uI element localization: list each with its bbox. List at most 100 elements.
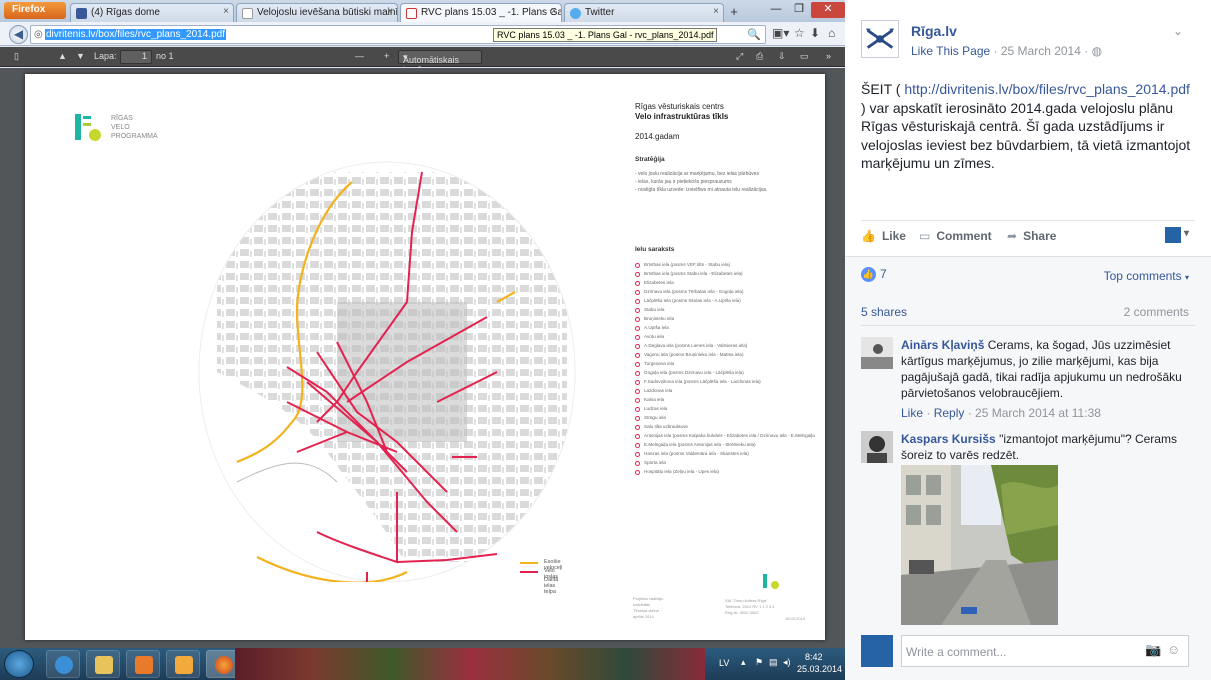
presentation-mode-icon[interactable]: ⤢: [736, 51, 743, 62]
street-item: Stabu iela: [635, 307, 815, 316]
comment-author[interactable]: Kaspars Kursišs: [901, 432, 996, 446]
print-icon[interactable]: ⎙: [756, 51, 763, 62]
share-label: Share: [1023, 229, 1057, 243]
street-label: Lāčplēša iela (posms Skolas iela - A.Upī…: [644, 298, 741, 303]
comment-icon: ▭: [919, 229, 931, 243]
tab-twitter[interactable]: Twitter ×: [564, 3, 724, 22]
download-pdf-icon[interactable]: ⇩: [778, 51, 786, 62]
page-icon: [242, 8, 253, 19]
tab-rvc-plans[interactable]: RVC plans 15.03 _ -1. Plans Gal - rvc_p.…: [400, 3, 562, 22]
page-total: no 1: [156, 51, 174, 61]
legend-swatch: [520, 580, 538, 582]
close-window-button[interactable]: ✕: [811, 2, 845, 18]
page-number-input[interactable]: 1: [120, 50, 152, 64]
post-link[interactable]: http://divritenis.lv/box/files/rvc_plans…: [904, 81, 1190, 97]
write-comment-placeholder: Write a comment...: [906, 645, 1007, 659]
street-marker-icon: [635, 461, 640, 466]
next-page-icon[interactable]: ▼: [76, 51, 85, 61]
street-marker-icon: [635, 290, 640, 295]
clock-date[interactable]: 25.03.2014: [797, 664, 842, 674]
comment-label: Comment: [936, 229, 992, 243]
facebook-icon: [76, 8, 87, 19]
like-page-link[interactable]: Like This Page: [911, 44, 990, 58]
comment-photo[interactable]: [901, 465, 1058, 625]
street-item: A.Upīša iela: [635, 325, 815, 334]
page-name[interactable]: Rīga.lv: [911, 23, 957, 39]
zoom-select[interactable]: Automātiskais izmērs ▾: [398, 50, 482, 75]
shares-link[interactable]: 5 shares: [861, 305, 907, 319]
clock-time[interactable]: 8:42: [805, 652, 823, 662]
likes-summary[interactable]: 👍 7: [861, 267, 887, 283]
maximize-button[interactable]: ❐: [788, 2, 810, 18]
tab-velojoslu[interactable]: Velojoslu ievēšana būtiski mainīs sati..…: [236, 3, 398, 22]
language-indicator[interactable]: LV: [719, 658, 729, 668]
comment-author[interactable]: Ainārs Kļaviņš: [901, 338, 984, 352]
page-label: Lapa:: [94, 51, 117, 61]
close-tab-icon[interactable]: ×: [223, 6, 229, 17]
close-tab-icon[interactable]: ×: [551, 6, 557, 17]
app-icon[interactable]: [166, 650, 200, 678]
streets-heading: Ielu saraksts: [635, 246, 675, 253]
url-text: divritenis.lv/box/files/rvc_plans_2014.p…: [45, 29, 226, 40]
comment-like-link[interactable]: Like: [901, 406, 923, 420]
riga-coat-of-arms-icon[interactable]: [861, 20, 899, 58]
media-player-icon[interactable]: [126, 650, 160, 678]
page-avatar: [1165, 227, 1181, 243]
avatar[interactable]: [861, 337, 893, 369]
avatar[interactable]: [861, 431, 893, 463]
download-icon[interactable]: ⬇: [810, 26, 820, 40]
street-item: Lazdonas iela: [635, 388, 815, 397]
sidebar-toggle-icon[interactable]: ▯: [14, 51, 19, 62]
close-tab-icon[interactable]: ×: [713, 6, 719, 17]
footer-line: aprīlis 2014: [633, 614, 654, 619]
previous-page-icon[interactable]: ▲: [58, 51, 67, 61]
post-date[interactable]: 25 March 2014: [1001, 44, 1081, 58]
bookmark-star-icon[interactable]: ☆: [794, 26, 805, 40]
camera-icon[interactable]: 📷: [1145, 642, 1161, 658]
street-label: Lazdonas iela: [644, 388, 673, 393]
street-item: Lāčplēša iela (posms Skolas iela - A.Upī…: [635, 298, 815, 307]
emoji-icon[interactable]: ☺: [1167, 642, 1180, 657]
firefox-menu-button[interactable]: Firefox: [4, 2, 66, 19]
street-label: Sporta iela: [644, 460, 666, 465]
zoom-out-button[interactable]: —: [355, 51, 364, 61]
home-icon[interactable]: ⌂: [828, 26, 835, 40]
address-bar[interactable]: ◎ divritenis.lv/box/files/rvc_plans_2014…: [30, 25, 766, 44]
zoom-in-button[interactable]: +: [384, 51, 389, 61]
volume-icon[interactable]: ◂): [783, 657, 791, 668]
tools-icon[interactable]: »: [826, 51, 831, 61]
tab-label: RVC plans 15.03 _ -1. Plans Gal - rvc_p.…: [421, 7, 561, 18]
post-options-chevron-icon[interactable]: ⌄: [1173, 24, 1183, 38]
comment-reply-link[interactable]: Reply: [934, 406, 965, 420]
comment-button[interactable]: ▭ Comment: [919, 229, 992, 243]
streets-list: Brīvības iela (posms VEF tilts - Stabu i…: [635, 262, 815, 478]
network-icon[interactable]: ▤: [769, 657, 778, 668]
share-button[interactable]: ➦ Share: [1007, 229, 1056, 243]
explorer-icon[interactable]: [86, 650, 120, 678]
search-icon[interactable]: 🔍: [747, 28, 761, 41]
tab-bar: Firefox (4) Rīgas dome × Velojoslu ievēš…: [0, 0, 845, 22]
street-label: Strūgu iela: [644, 415, 666, 420]
comments-count[interactable]: 2 comments: [1124, 305, 1189, 319]
tab-rigas-dome[interactable]: (4) Rīgas dome ×: [70, 3, 234, 22]
top-comments-label: Top comments: [1103, 269, 1182, 283]
close-tab-icon[interactable]: ×: [387, 6, 393, 17]
minimize-button[interactable]: —: [765, 2, 787, 18]
top-comments-dropdown[interactable]: Top comments ▾: [1104, 269, 1189, 283]
twitter-icon: [570, 8, 581, 19]
flag-icon[interactable]: ⚑: [755, 657, 763, 668]
windows-start-icon[interactable]: [4, 650, 34, 678]
street-marker-icon: [635, 425, 640, 430]
post-actions: 👍 Like ▭ Comment ➦ Share ▾: [861, 220, 1195, 250]
back-button[interactable]: ◀: [9, 25, 28, 44]
new-tab-button[interactable]: +: [726, 4, 742, 20]
tray-up-icon[interactable]: ▴: [741, 657, 746, 668]
ie-icon[interactable]: [46, 650, 80, 678]
post-as-selector[interactable]: ▾: [1165, 227, 1195, 243]
comment-date[interactable]: 25 March 2014 at 11:38: [975, 406, 1101, 420]
footer-line: Reģ.Nr. 4000 3002: [725, 610, 759, 615]
like-button[interactable]: 👍 Like: [861, 229, 906, 243]
site-identity-icon[interactable]: ◎: [34, 29, 43, 40]
bookmarks-icon[interactable]: ▣▾: [772, 26, 789, 40]
bookmark-view-icon[interactable]: ▭: [800, 51, 809, 62]
